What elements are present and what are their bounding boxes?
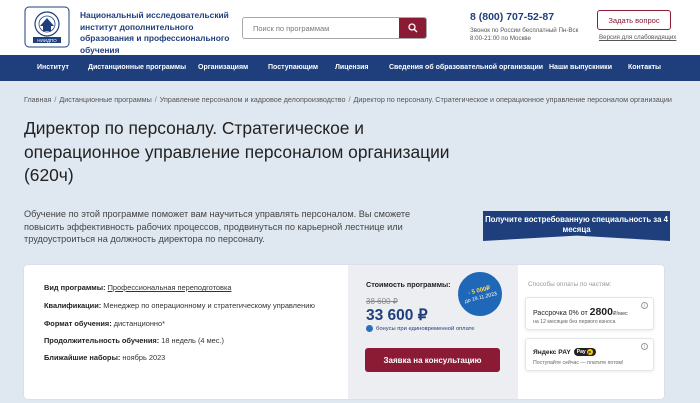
info-icon[interactable]: i (641, 343, 648, 350)
main-nav: Институт Дистанционные программы Организ… (0, 55, 700, 81)
new-price: 33 600 ₽ (366, 307, 428, 324)
search-input[interactable] (243, 18, 399, 38)
bonus-text: бонусы при единовременной оплате (376, 325, 475, 332)
nav-item-contacts[interactable]: Контакты (628, 64, 661, 71)
bonus-note[interactable]: бонусы при единовременной оплате (366, 325, 474, 332)
ask-question-button[interactable]: Задать вопрос (597, 10, 671, 30)
nav-item-institute[interactable]: Институт (37, 64, 69, 71)
info-value: 18 недель (4 мес.) (161, 336, 224, 345)
nav-item-applicants[interactable]: Поступающим (268, 64, 318, 71)
program-type-link[interactable]: Профессиональная переподготовка (108, 283, 232, 292)
info-value: дистанционно* (113, 319, 165, 328)
search-box (242, 17, 427, 39)
yandex-pay-note: Поступайте сейчас — платите потом! (533, 360, 624, 366)
site-header: НИИДПО Национальный исследовательский ин… (0, 0, 700, 55)
breadcrumb-separator: / (154, 95, 157, 104)
breadcrumb-current: Директор по персоналу. Стратегическое и … (353, 95, 672, 104)
yandex-pay-option[interactable]: Яндекс PAY Pay P Поступайте сейчас — пла… (525, 338, 654, 371)
promo-ribbon: Получите востребованную специальность за… (483, 211, 670, 241)
installment-prefix: Рассрочка 0% от (533, 310, 588, 317)
info-row-program-type: Вид программы: Профессиональная переподг… (44, 283, 231, 292)
promo-ribbon-text: Получите востребованную специальность за… (485, 215, 668, 235)
institute-logo-icon[interactable]: НИИДПО (24, 6, 70, 48)
yandex-pay-title: Яндекс PAY (533, 348, 571, 356)
breadcrumb-separator: / (54, 95, 57, 104)
info-value: ноябрь 2023 (122, 353, 166, 362)
payment-options: Способы оплаты по частям: Рассрочка 0% о… (518, 265, 664, 399)
consultation-button[interactable]: Заявка на консультацию (365, 348, 500, 372)
bonus-icon (366, 325, 373, 332)
program-card: Вид программы: Профессиональная переподг… (24, 265, 664, 399)
price-label: Стоимость программы: (366, 280, 451, 289)
info-row-format: Формат обучения: дистанционно* (44, 319, 165, 328)
breadcrumb-home[interactable]: Главная (24, 95, 51, 104)
impaired-version-link[interactable]: Версия для слабовидящих (599, 34, 676, 41)
discount-badge: - 5 000₽ до 19.11.2023 (453, 267, 507, 321)
program-description: Обучение по этой программе поможет вам н… (24, 209, 411, 245)
info-label: Формат обучения: (44, 319, 112, 328)
info-label: Квалификации: (44, 301, 102, 310)
nav-item-license[interactable]: Лицензия (335, 64, 369, 71)
installment-option[interactable]: Рассрочка 0% от 2800₽/мес на 12 месяцев … (525, 297, 654, 330)
yandex-pay-logo-icon: Pay P (573, 348, 596, 356)
info-row-next-intake: Ближайшие наборы: ноябрь 2023 (44, 353, 165, 362)
installment-unit: ₽/мес (612, 311, 628, 317)
nav-item-distance-programs[interactable]: Дистанционные программы (88, 64, 186, 71)
yandex-pay-mark-icon: P (586, 349, 593, 355)
nav-item-organizations[interactable]: Организациям (198, 64, 248, 71)
info-label: Продолжительность обучения: (44, 336, 160, 345)
search-button[interactable] (399, 18, 426, 38)
payment-title: Способы оплаты по частям: (528, 281, 612, 288)
info-label: Ближайшие наборы: (44, 353, 121, 362)
page-title: Директор по персоналу. Стратегическое и … (24, 118, 450, 185)
yandex-pay-logo-text: Pay (576, 349, 586, 355)
nav-item-graduates[interactable]: Наши выпускники (549, 64, 612, 71)
info-label: Вид программы: (44, 283, 106, 292)
yandex-pay-title-row: Яндекс PAY Pay P (533, 348, 596, 356)
info-icon[interactable]: i (641, 302, 648, 309)
price-panel: Стоимость программы: 38 600 ₽ 33 600 ₽ б… (348, 265, 518, 399)
installment-amount: 2800 (589, 306, 613, 318)
breadcrumb: Главная / Дистанционные программы / Управлен… (24, 95, 672, 104)
installment-line: Рассрочка 0% от 2800₽/мес (533, 306, 628, 318)
info-row-duration: Продолжительность обучения: 18 недель (4… (44, 336, 224, 345)
nav-item-org-info[interactable]: Сведения об образовательной организации (389, 64, 543, 71)
institute-name[interactable]: Национальный исследовательский институт … (80, 10, 230, 56)
installment-note: на 12 месяцев без первого взноса (533, 319, 616, 325)
search-icon (408, 23, 418, 33)
phone-note: Звонок по России бесплатный Пн-Вск 8:00-… (470, 27, 579, 43)
phone-number[interactable]: 8 (800) 707-52-87 (470, 11, 554, 23)
breadcrumb-distance-programs[interactable]: Дистанционные программы (59, 95, 151, 104)
svg-text:НИИДПО: НИИДПО (37, 38, 57, 43)
info-value: Менеджер по операционному и стратегическ… (103, 301, 315, 310)
info-row-qualification: Квалификации: Менеджер по операционному … (44, 301, 315, 310)
old-price: 38 600 ₽ (366, 297, 398, 306)
breadcrumb-hr-category[interactable]: Управление персоналом и кадровое делопро… (160, 95, 346, 104)
breadcrumb-separator: / (348, 95, 351, 104)
